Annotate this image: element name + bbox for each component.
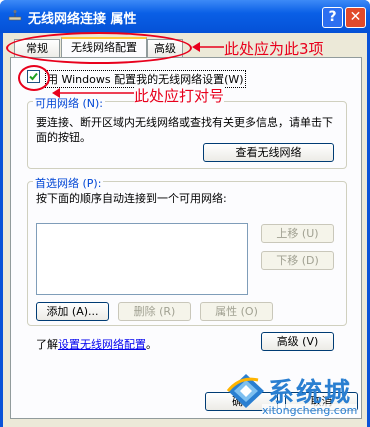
learn-prefix: 了解 <box>36 338 58 351</box>
checkbox-highlight-ellipse <box>18 65 50 91</box>
move-down-button[interactable]: 下移 (D) <box>261 251 334 270</box>
tabs-highlight-ellipse <box>6 32 192 64</box>
preferred-networks-label: 首选网络 (P): <box>33 175 104 191</box>
available-networks-description: 要连接、断开区域内无线网络或查找有关更多信息，请单击下面的按钮。 <box>36 116 333 144</box>
preferred-networks-list[interactable] <box>36 223 248 295</box>
help-button[interactable]: ? <box>322 7 343 28</box>
title-bar: 无线网络连接 属性 ? ✕ <box>0 0 370 33</box>
arrow-left-icon-2 <box>52 88 134 98</box>
properties-button[interactable]: 属性 (O) <box>200 302 273 321</box>
add-button[interactable]: 添加 (A)... <box>36 302 109 321</box>
move-up-button[interactable]: 上移 (U) <box>261 224 334 243</box>
network-icon <box>8 10 22 21</box>
watermark-logo-icon <box>226 374 264 408</box>
arrow-left-icon <box>192 42 224 52</box>
learn-row: 了解设置无线网络配置。 <box>36 336 157 352</box>
watermark-url: xitongcheng.com <box>262 404 358 417</box>
tabs-annotation: 此处应为此3项 <box>224 40 324 58</box>
learn-suffix: 。 <box>146 338 157 351</box>
close-button[interactable]: ✕ <box>345 7 366 28</box>
checkbox-annotation: 此处应打对号 <box>134 85 225 106</box>
advanced-button[interactable]: 高级 (V) <box>261 332 334 351</box>
remove-button[interactable]: 删除 (R) <box>118 302 191 321</box>
preferred-networks-description: 按下面的顺序自动连接到一个可用网络: <box>36 192 227 205</box>
view-wireless-networks-button[interactable]: 查看无线网络 <box>203 143 334 162</box>
window-title: 无线网络连接 属性 <box>28 12 137 27</box>
learn-link[interactable]: 设置无线网络配置 <box>58 338 146 351</box>
